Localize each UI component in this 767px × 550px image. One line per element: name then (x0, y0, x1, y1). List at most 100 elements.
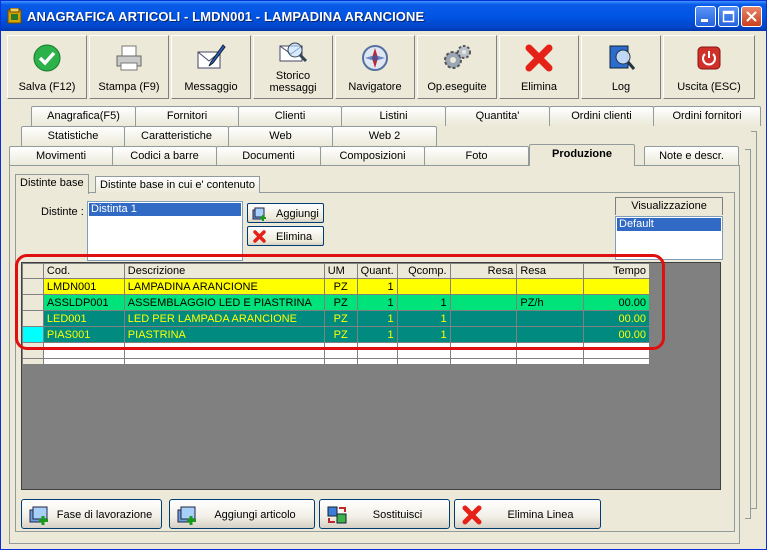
grid-cell-descrizione[interactable]: LED PER LAMPADA ARANCIONE (123, 310, 325, 327)
tab-codici-a-barre[interactable]: Codici a barre (112, 146, 217, 166)
tab-foto[interactable]: Foto (424, 146, 529, 166)
delete-line-button[interactable]: Elimina Linea (454, 499, 601, 529)
table-row[interactable]: ASSLDP001 ASSEMBLAGGIO LED E PIASTRINA PZ 1… (22, 294, 650, 311)
tab-web[interactable]: Web (228, 126, 333, 146)
close-button[interactable] (741, 6, 762, 27)
maximize-button[interactable] (718, 6, 739, 27)
grid-cell-quant[interactable]: 1 (356, 310, 398, 327)
grid-cell-cod[interactable]: LED001 (42, 310, 125, 327)
distinte-selected-item[interactable]: Distinta 1 (89, 203, 241, 216)
navigator-button[interactable]: Navigatore (335, 35, 415, 99)
grid-cell-cod[interactable]: LMDN001 (42, 278, 125, 295)
grid-header-tempo[interactable]: Tempo (583, 263, 650, 279)
row-indicator[interactable] (22, 310, 44, 327)
grid-cell-empty[interactable] (323, 358, 358, 365)
grid-cell-resa[interactable] (449, 326, 518, 343)
exit-button[interactable]: Uscita (ESC) (663, 35, 755, 99)
row-indicator[interactable] (22, 358, 44, 365)
tab-produzione[interactable]: Produzione (529, 144, 635, 166)
grid-cell-cod[interactable]: ASSLDP001 (42, 294, 125, 311)
add-process-phase-button[interactable]: Fase di lavorazione (21, 499, 162, 529)
operations-done-button[interactable]: Op.eseguite (417, 35, 497, 99)
tab-fornitori[interactable]: Fornitori (135, 106, 239, 126)
grid-cell-empty[interactable] (396, 358, 451, 365)
grid-cell-descrizione[interactable]: PIASTRINA (123, 326, 325, 343)
grid-cell-resa2[interactable]: PZ/h (516, 294, 585, 311)
tab-documenti[interactable]: Documenti (216, 146, 321, 166)
grid-cell-um[interactable]: PZ (323, 310, 358, 327)
table-row[interactable]: PIAS001 PIASTRINA PZ 1 1 00.00 (22, 326, 650, 343)
grid-cell-empty[interactable] (583, 358, 650, 365)
row-indicator[interactable] (22, 326, 44, 343)
empty-row[interactable] (22, 358, 650, 365)
distinte-listbox[interactable]: Distinta 1 (87, 201, 243, 261)
grid-cell-qcomp[interactable]: 1 (396, 294, 451, 311)
grid-cell-qcomp[interactable]: 1 (396, 310, 451, 327)
tab-statistiche[interactable]: Statistiche (21, 126, 125, 146)
grid-header-descrizione[interactable]: Descrizione (123, 263, 325, 279)
log-button[interactable]: Log (581, 35, 661, 99)
grid-cell-um[interactable]: PZ (323, 278, 358, 295)
delete-distinta-button[interactable]: Elimina (247, 226, 324, 246)
grid-header-quant[interactable]: Quant. (356, 263, 398, 279)
grid-cell-resa[interactable] (449, 294, 518, 311)
grid-cell-resa2[interactable] (516, 326, 585, 343)
grid-cell-empty[interactable] (42, 358, 125, 365)
grid-cell-cod[interactable]: PIAS001 (42, 326, 125, 343)
row-indicator[interactable] (22, 278, 44, 295)
save-button[interactable]: Salva (F12) (7, 35, 87, 99)
grid-cell-descrizione[interactable]: ASSEMBLAGGIO LED E PIASTRINA (123, 294, 325, 311)
grid-cell-empty[interactable] (516, 342, 585, 359)
tab-note-e-descr[interactable]: Note e descr. (644, 146, 739, 166)
add-item-button[interactable]: Aggiungi articolo (169, 499, 315, 529)
message-history-button[interactable]: Storico messaggi (253, 35, 333, 99)
tab-anagrafica[interactable]: Anagrafica(F5) (31, 106, 136, 126)
grid-header-cod[interactable]: Cod. (42, 263, 125, 279)
subtab-distinte-contenuto[interactable]: Distinte base in cui e' contenuto (95, 176, 260, 193)
table-row[interactable]: LMDN001 LAMPADINA ARANCIONE PZ 1 (22, 278, 650, 295)
grid-cell-quant[interactable]: 1 (356, 294, 398, 311)
grid-cell-empty[interactable] (356, 342, 398, 359)
grid-cell-um[interactable]: PZ (323, 294, 358, 311)
grid-cell-empty[interactable] (396, 342, 451, 359)
grid-cell-quant[interactable]: 1 (356, 326, 398, 343)
grid-cell-empty[interactable] (356, 358, 398, 365)
message-button[interactable]: Messaggio (171, 35, 251, 99)
grid-cell-empty[interactable] (323, 342, 358, 359)
tab-ordini-clienti[interactable]: Ordini clienti (549, 106, 654, 126)
grid-header-resa[interactable]: Resa (449, 263, 518, 279)
grid-cell-empty[interactable] (516, 358, 585, 365)
visualizzazione-listbox[interactable]: Default (615, 216, 723, 260)
grid-cell-empty[interactable] (42, 342, 125, 359)
grid-cell-tempo[interactable]: 00.00 (583, 294, 650, 311)
tab-listini[interactable]: Listini (341, 106, 446, 126)
print-button[interactable]: Stampa (F9) (89, 35, 169, 99)
tab-clienti[interactable]: Clienti (238, 106, 342, 126)
row-indicator[interactable] (22, 342, 44, 359)
tab-web-2[interactable]: Web 2 (332, 126, 437, 146)
grid-cell-tempo[interactable]: 00.00 (583, 326, 650, 343)
replace-button[interactable]: Sostituisci (319, 499, 450, 529)
grid-cell-descrizione[interactable]: LAMPADINA ARANCIONE (123, 278, 325, 295)
row-indicator[interactable] (22, 294, 44, 311)
add-distinta-button[interactable]: Aggiungi (247, 203, 324, 223)
tab-quantita[interactable]: Quantita' (445, 106, 550, 126)
delete-button[interactable]: Elimina (499, 35, 579, 99)
grid-cell-qcomp[interactable]: 1 (396, 326, 451, 343)
grid-header-resa-2[interactable]: Resa (516, 263, 585, 279)
grid-cell-empty[interactable] (449, 342, 518, 359)
grid-cell-tempo[interactable]: 00.00 (583, 310, 650, 327)
tab-composizioni[interactable]: Composizioni (320, 146, 425, 166)
grid-cell-empty[interactable] (449, 358, 518, 365)
grid-cell-qcomp[interactable] (396, 278, 451, 295)
empty-row[interactable] (22, 342, 650, 359)
grid-header-qcomp[interactable]: Qcomp. (396, 263, 451, 279)
grid-cell-resa2[interactable] (516, 278, 585, 295)
tab-movimenti[interactable]: Movimenti (9, 146, 113, 166)
grid-cell-um[interactable]: PZ (323, 326, 358, 343)
visualizzazione-selected-item[interactable]: Default (617, 218, 721, 231)
grid-cell-empty[interactable] (583, 342, 650, 359)
grid-header-um[interactable]: UM (323, 263, 358, 279)
minimize-button[interactable] (695, 6, 716, 27)
grid-cell-resa[interactable] (449, 278, 518, 295)
